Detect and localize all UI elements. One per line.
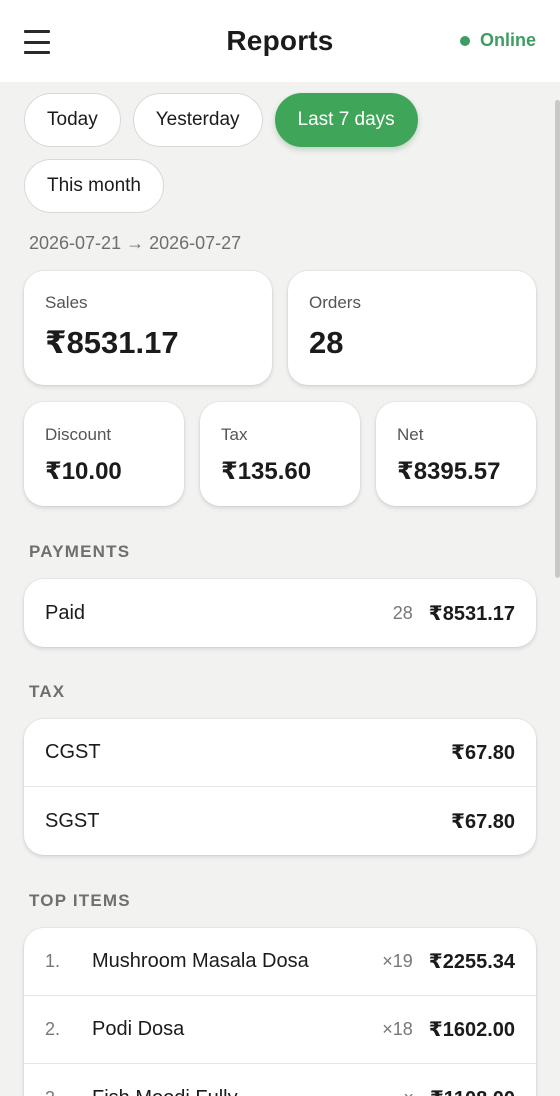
item-rank: 1. bbox=[45, 951, 61, 971]
date-filter-chips: Today Yesterday Last 7 days This month bbox=[24, 82, 444, 213]
payment-count: 28 bbox=[392, 602, 413, 623]
chip-yesterday[interactable]: Yesterday bbox=[132, 93, 263, 147]
payments-section-title: PAYMENTS bbox=[29, 542, 131, 561]
scrollbar[interactable] bbox=[555, 100, 560, 578]
item-rank: 2. bbox=[45, 1019, 61, 1039]
orders-value: 28 bbox=[309, 325, 344, 360]
sales-label: Sales bbox=[45, 293, 88, 312]
chip-this-month[interactable]: This month bbox=[24, 159, 164, 213]
tax-amount: ₹67.80 bbox=[451, 810, 515, 833]
chip-last-7-days[interactable]: Last 7 days bbox=[274, 93, 418, 147]
item-amount: ₹1108.00 bbox=[430, 1086, 515, 1096]
date-range: 2026-07-21 → 2026-07-27 bbox=[29, 233, 242, 253]
item-amount: ₹2255.34 bbox=[428, 951, 515, 973]
item-qty: ×19 bbox=[382, 951, 413, 971]
item-name: Podi Dosa bbox=[92, 1018, 185, 1040]
discount-value: ₹10.00 bbox=[45, 458, 122, 485]
top-item-row[interactable]: 3. Fish Moodi Fully × ₹1108.00 bbox=[24, 1064, 536, 1096]
payment-row[interactable]: Paid 28 ₹8531.17 bbox=[24, 579, 536, 647]
net-value: ₹8395.57 bbox=[397, 458, 501, 485]
report-content: Today Yesterday Last 7 days This month 2… bbox=[24, 82, 536, 1096]
item-rank: 3. bbox=[45, 1088, 92, 1096]
status-dot-icon bbox=[459, 35, 470, 46]
item-name: Mushroom Masala Dosa bbox=[92, 950, 309, 972]
tax-name: SGST bbox=[45, 809, 100, 832]
discount-label: Discount bbox=[45, 425, 112, 444]
top-items-card: 1. Mushroom Masala Dosa ×19 ₹2255.34 2. … bbox=[24, 928, 536, 1096]
connection-status: Online bbox=[459, 30, 536, 51]
orders-card: Orders 28 bbox=[288, 271, 536, 385]
payments-card: Paid 28 ₹8531.17 bbox=[24, 579, 536, 647]
page-title: Reports bbox=[226, 25, 334, 56]
top-items-section-title: TOP ITEMS bbox=[29, 891, 131, 910]
chip-today[interactable]: Today bbox=[24, 93, 121, 147]
item-qty: ×18 bbox=[382, 1019, 413, 1039]
tax-value: ₹135.60 bbox=[221, 458, 312, 485]
item-qty: × bbox=[403, 1088, 414, 1096]
top-item-row[interactable]: 1. Mushroom Masala Dosa ×19 ₹2255.34 bbox=[24, 928, 536, 996]
tax-section-title: TAX bbox=[29, 682, 66, 701]
top-app-bar: Reports Online bbox=[0, 0, 560, 82]
net-card: Net ₹8395.57 bbox=[376, 402, 536, 506]
tax-amount: ₹67.80 bbox=[451, 742, 515, 764]
tax-row: SGST ₹67.80 bbox=[24, 787, 536, 855]
tax-name: CGST bbox=[45, 741, 101, 763]
item-name: Fish Moodi Fully bbox=[92, 1087, 403, 1096]
sales-card: Sales ₹8531.17 bbox=[24, 271, 272, 385]
payment-amount: ₹8531.17 bbox=[428, 602, 515, 625]
tax-row: CGST ₹67.80 bbox=[24, 719, 536, 787]
item-amount: ₹1602.00 bbox=[428, 1019, 515, 1041]
sales-value: ₹8531.17 bbox=[45, 325, 179, 360]
tax-card: Tax ₹135.60 bbox=[200, 402, 360, 506]
status-label: Online bbox=[479, 30, 536, 50]
orders-label: Orders bbox=[309, 293, 361, 312]
top-item-row[interactable]: 2. Podi Dosa ×18 ₹1602.00 bbox=[24, 996, 536, 1064]
payment-method: Paid bbox=[45, 601, 86, 624]
tax-label: Tax bbox=[221, 425, 248, 444]
discount-card: Discount ₹10.00 bbox=[24, 402, 184, 506]
net-label: Net bbox=[397, 425, 424, 444]
hamburger-menu-icon[interactable] bbox=[24, 29, 50, 55]
tax-breakdown-card: CGST ₹67.80 SGST ₹67.80 bbox=[24, 719, 536, 855]
